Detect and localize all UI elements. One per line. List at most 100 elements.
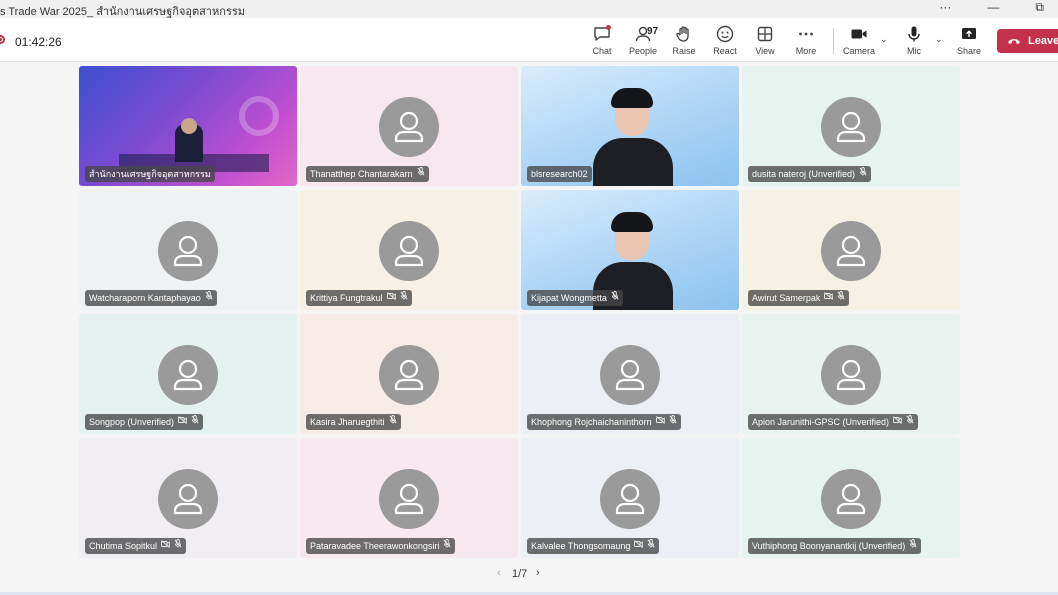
- participant-name-tag: Kasira Jharuegthiti: [306, 414, 401, 430]
- person-icon: [173, 235, 203, 267]
- participant-name-tag: Songpop (Unverified): [85, 414, 204, 430]
- share-button[interactable]: Share: [949, 24, 989, 60]
- participant-name-tag: สำนักงานเศรษฐกิจอุตสาหกรรม: [85, 166, 215, 182]
- participant-name-tag: blsresearch02: [527, 166, 592, 182]
- mic-off-icon: [859, 166, 867, 182]
- title-bar: s Trade War 2025_ สำนักงานเศรษฐกิจอุตสาห…: [0, 0, 1058, 18]
- pagination: ‹ 1/7 ›: [494, 567, 554, 583]
- participant-name: Chutima Sopitkul: [89, 541, 158, 551]
- participant-name-tag: Awirut Samerpak: [748, 290, 850, 306]
- leave-label: Leave: [1028, 35, 1058, 47]
- participant-tile[interactable]: Krittiya Fungtrakul: [300, 190, 518, 310]
- participant-tile[interactable]: Apion Jarunithi-GPSC (Unverified): [742, 314, 960, 434]
- view-button[interactable]: View: [745, 24, 785, 60]
- camera-off-icon: [655, 414, 665, 430]
- raise-hand-icon: [676, 26, 689, 42]
- meeting-toolbar: 01:42:26 Chat 97 People Raise React View…: [0, 18, 1058, 62]
- participant-name: Kasira Jharuegthiti: [310, 417, 385, 427]
- participant-tile[interactable]: สำนักงานเศรษฐกิจอุตสาหกรรม: [79, 66, 297, 186]
- more-icon: [799, 32, 813, 36]
- people-count: 97: [647, 26, 659, 37]
- mic-off-icon: [417, 166, 425, 182]
- react-button[interactable]: React: [705, 24, 745, 60]
- mic-off-icon: [906, 414, 914, 430]
- camera-icon: [851, 29, 867, 39]
- camera-off-icon: [893, 414, 902, 430]
- avatar: [600, 469, 660, 529]
- mic-label: Mic: [907, 46, 921, 56]
- participant-tile[interactable]: Kasira Jharuegthiti: [300, 314, 518, 434]
- react-label: React: [713, 46, 737, 56]
- camera-off-icon: [178, 414, 187, 430]
- person-icon: [173, 359, 203, 391]
- camera-chevron-down-icon[interactable]: ⌄: [880, 34, 888, 45]
- participant-name-tag: Vuthiphong Boonyanantkij (Unverified): [748, 538, 922, 554]
- participant-name: Awirut Samerpak: [752, 293, 821, 303]
- person-icon: [836, 359, 866, 391]
- page-indicator: 1/7: [512, 568, 528, 580]
- toolbar-divider: [833, 28, 834, 54]
- raise-hand-button[interactable]: Raise: [664, 24, 704, 60]
- participant-tile[interactable]: Khophong Rojchaichaninthorn: [521, 314, 739, 434]
- participant-tile[interactable]: Awirut Samerpak: [742, 190, 960, 310]
- participant-name: Kijapat Wongmetta: [531, 293, 607, 303]
- mic-off-icon: [837, 290, 845, 306]
- participant-name-tag: dusita nateroj (Unverified): [748, 166, 872, 182]
- participant-tile[interactable]: Vuthiphong Boonyanantkij (Unverified): [742, 438, 960, 558]
- camera-off-icon: [161, 538, 170, 554]
- mic-off-icon: [174, 538, 182, 554]
- person-icon: [173, 483, 203, 515]
- person-icon: [615, 359, 645, 391]
- chevron-right-icon[interactable]: ›: [536, 567, 540, 579]
- restore-icon[interactable]: ⧉: [1035, 0, 1044, 15]
- avatar: [158, 469, 218, 529]
- person-icon: [394, 483, 424, 515]
- chat-button[interactable]: Chat: [582, 24, 622, 60]
- participant-tile[interactable]: Thanatthep Chantarakarn: [300, 66, 518, 186]
- chat-label: Chat: [592, 46, 612, 56]
- more-button[interactable]: More: [786, 24, 826, 60]
- participant-name-tag: Chutima Sopitkul: [85, 538, 187, 554]
- camera-off-icon: [634, 538, 644, 554]
- mic-chevron-down-icon[interactable]: ⌄: [935, 34, 943, 45]
- more-horizontal-icon[interactable]: ···: [939, 0, 951, 15]
- avatar: [600, 345, 660, 405]
- leave-button[interactable]: Leave: [997, 29, 1058, 53]
- avatar: [379, 345, 439, 405]
- participant-tile[interactable]: blsresearch02: [521, 66, 739, 186]
- participant-name: Apion Jarunithi-GPSC (Unverified): [752, 417, 890, 427]
- minimize-icon[interactable]: —: [987, 0, 999, 15]
- mic-off-icon: [205, 290, 213, 306]
- chevron-left-icon[interactable]: ‹: [497, 567, 501, 579]
- avatar: [821, 469, 881, 529]
- avatar: [379, 97, 439, 157]
- grid-view-icon: [757, 26, 773, 42]
- participant-name: blsresearch02: [531, 169, 588, 179]
- participant-tile[interactable]: Kalvalee Thongsomaung: [521, 438, 739, 558]
- mic-off-icon: [191, 414, 199, 430]
- mic-off-icon: [399, 290, 408, 306]
- participant-tile[interactable]: Pataravadee Theerawonkongsiri: [300, 438, 518, 558]
- camera-button[interactable]: Camera: [839, 24, 879, 60]
- participant-name: Pataravadee Theerawonkongsiri: [310, 541, 440, 551]
- share-screen-icon: [962, 28, 976, 39]
- participant-tile[interactable]: Kijapat Wongmetta: [521, 190, 739, 310]
- mic-off-icon: [611, 290, 619, 306]
- participant-name-tag: Watcharaporn Kantaphayao: [85, 290, 217, 306]
- person-icon: [836, 111, 866, 143]
- participant-name-tag: Kalvalee Thongsomaung: [527, 538, 660, 554]
- participant-name-tag: Thanatthep Chantarakarn: [306, 166, 429, 182]
- chat-unread-dot: [606, 25, 611, 30]
- mic-off-icon: [389, 414, 397, 430]
- view-label: View: [755, 46, 775, 56]
- participant-tile[interactable]: dusita nateroj (Unverified): [742, 66, 960, 186]
- more-label: More: [795, 46, 817, 56]
- people-button[interactable]: 97 People: [623, 24, 663, 60]
- participant-name: Watcharaporn Kantaphayao: [89, 293, 201, 303]
- participant-tile[interactable]: Watcharaporn Kantaphayao: [79, 190, 297, 310]
- microphone-icon: [908, 26, 920, 42]
- person-icon: [836, 235, 866, 267]
- mic-button[interactable]: Mic: [894, 24, 934, 60]
- participant-tile[interactable]: Songpop (Unverified): [79, 314, 297, 434]
- participant-tile[interactable]: Chutima Sopitkul: [79, 438, 297, 558]
